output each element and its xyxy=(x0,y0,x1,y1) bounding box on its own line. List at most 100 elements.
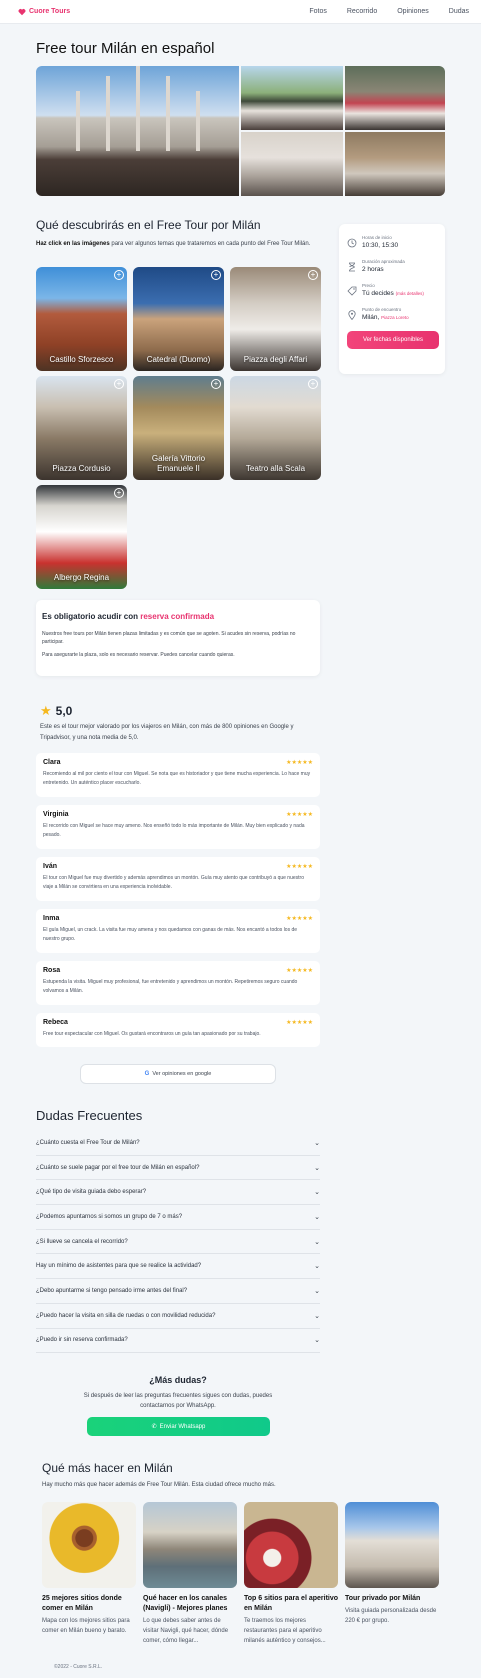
chevron-down-icon: ⌄ xyxy=(314,1238,320,1246)
gallery-photo-group-fountain[interactable] xyxy=(241,66,343,130)
google-reviews-button[interactable]: G Ver opiniones en google xyxy=(80,1064,276,1084)
review-card: Clara ★★★★★ Recomiendo al mil por ciento… xyxy=(36,753,320,797)
notice-paragraph-2: Para asegurarte la plaza, solo es necesa… xyxy=(42,652,235,658)
notice-title-plain: Es obligatorio acudir con xyxy=(42,612,141,621)
faq-question: ¿Podemos apuntarnos si somos un grupo de… xyxy=(36,1213,183,1220)
review-card: Rebeca ★★★★★ Free tour espectacular con … xyxy=(36,1013,320,1047)
info-value: Tú decides xyxy=(362,290,394,297)
google-icon: G xyxy=(144,1071,150,1077)
notice-paragraph-1: Nuestros free tours por Milán tienen pla… xyxy=(42,631,296,645)
review-text: Free tour espectacular con Miguel. Os gu… xyxy=(43,1031,261,1037)
faq-item[interactable]: ¿Podemos apuntarnos si somos un grupo de… xyxy=(36,1205,320,1230)
info-value: Milán, xyxy=(362,314,380,321)
faq-item[interactable]: ¿Cuánto cuesta el Free Tour de Milán? ⌄ xyxy=(36,1131,320,1156)
review-text: Estupenda la visita. Miguel muy profesio… xyxy=(43,979,298,994)
article-title: Tour privado por Milán xyxy=(345,1595,421,1602)
place-label: Castillo Sforzesco xyxy=(49,355,114,364)
chevron-down-icon: ⌄ xyxy=(314,1164,320,1172)
article-card-tour-privado[interactable]: Tour privado por Milán Visita guiada per… xyxy=(345,1502,439,1626)
more-to-do-subtitle: Hay mucho más que hacer además de Free T… xyxy=(42,1482,276,1488)
info-price: Precio Tú decides (más detalles) xyxy=(347,283,437,298)
faq-item[interactable]: ¿Puedo hacer la visita en silla de rueda… xyxy=(36,1304,320,1329)
review-text: El guía Miguel, un crack. La visita fue … xyxy=(43,927,298,942)
gallery-photo-group-umbrella[interactable] xyxy=(345,66,445,130)
review-stars: ★★★★★ xyxy=(286,916,313,922)
nav-link-opiniones[interactable]: Opiniones xyxy=(397,8,429,15)
place-tile-catedral[interactable]: + Catedral (Duomo) xyxy=(133,267,224,371)
whatsapp-icon: ✆ xyxy=(151,1424,157,1430)
review-author: Inma xyxy=(43,915,60,922)
article-description: Mapa con los mejores sitios para comer e… xyxy=(42,1618,130,1634)
faq-question: ¿Puedo hacer la visita en silla de rueda… xyxy=(36,1312,216,1319)
article-title: 25 mejores sitios donde comer en Milán xyxy=(42,1595,122,1612)
more-to-do-title: Qué más hacer en Milán xyxy=(42,1461,173,1475)
plus-icon: + xyxy=(114,488,124,498)
chevron-down-icon: ⌄ xyxy=(314,1189,320,1197)
meeting-point-link[interactable]: Piazza Loreto xyxy=(381,315,409,320)
faq-item[interactable]: ¿Puedo ir sin reserva confirmada? ⌄ xyxy=(36,1329,320,1354)
whatsapp-button[interactable]: ✆ Enviar Whatsapp xyxy=(87,1417,270,1436)
plus-icon: + xyxy=(114,379,124,389)
review-author: Rebeca xyxy=(43,1019,68,1026)
faq-item[interactable]: ¿Debo apuntarme si tengo pensado irme an… xyxy=(36,1279,320,1304)
faq-question: ¿Debo apuntarme si tengo pensado irme an… xyxy=(36,1287,188,1294)
place-tile-cordusio[interactable]: + Piazza Cordusio xyxy=(36,376,127,480)
nav-link-fotos[interactable]: Fotos xyxy=(309,8,327,15)
review-text: El tour con Miguel fue muy divertido y a… xyxy=(43,875,304,890)
reservation-notice: Es obligatorio acudir con reserva confir… xyxy=(36,600,320,676)
plus-icon: + xyxy=(211,379,221,389)
article-description: Lo que debes saber antes de visitar Navi… xyxy=(143,1618,229,1644)
place-tile-scala[interactable]: + Teatro alla Scala xyxy=(230,376,321,480)
top-navbar: Cuore Tours Fotos Recorrido Opiniones Du… xyxy=(0,0,481,24)
plus-icon: + xyxy=(211,270,221,280)
discover-subtitle: Haz click en las imágenes para ver algun… xyxy=(36,239,316,249)
info-schedule: Horas de inicio 10:30, 15:30 xyxy=(347,235,437,250)
price-details-link[interactable]: (más detalles) xyxy=(396,291,424,296)
nav-links: Fotos Recorrido Opiniones Dudas xyxy=(289,8,469,15)
article-image xyxy=(244,1502,338,1588)
article-card-aperitivo[interactable]: Top 6 sitios para el aperitivo en Milán … xyxy=(244,1502,338,1646)
rating-summary: ★ 5,0 xyxy=(40,703,72,719)
place-tile-castillo[interactable]: + Castillo Sforzesco xyxy=(36,267,127,371)
location-pin-icon xyxy=(348,310,356,320)
review-card: Rosa ★★★★★ Estupenda la visita. Miguel m… xyxy=(36,961,320,1005)
brand-name: Cuore Tours xyxy=(29,8,71,15)
place-tile-galeria[interactable]: + Galería Vittorio Emanuele II xyxy=(133,376,224,480)
tour-info-card: Horas de inicio 10:30, 15:30 Duración apr… xyxy=(339,224,445,374)
review-stars: ★★★★★ xyxy=(286,864,313,870)
review-card: Iván ★★★★★ El tour con Miguel fue muy di… xyxy=(36,857,320,901)
review-card: Inma ★★★★★ El guía Miguel, un crack. La … xyxy=(36,909,320,953)
brand-logo[interactable]: Cuore Tours xyxy=(18,8,70,16)
gallery-photo-monument[interactable] xyxy=(241,132,343,196)
nav-link-recorrido[interactable]: Recorrido xyxy=(347,8,377,15)
place-label: Piazza Cordusio xyxy=(52,464,111,473)
footer-copyright: ©2022 - Cuore S.R.L. xyxy=(54,1664,103,1670)
faq-item[interactable]: ¿Si llueve se cancela el recorrido? ⌄ xyxy=(36,1230,320,1255)
google-reviews-label: Ver opiniones en google xyxy=(152,1071,212,1077)
article-image xyxy=(143,1502,237,1588)
see-dates-button[interactable]: Ver fechas disponibles xyxy=(347,331,439,349)
faq-item[interactable]: Hay un mínimo de asistentes para que se … xyxy=(36,1254,320,1280)
place-tile-affari[interactable]: + Piazza degli Affari xyxy=(230,267,321,371)
nav-link-dudas[interactable]: Dudas xyxy=(449,8,469,15)
info-meeting-point: Punto de encuentro Milán, Piazza Loreto xyxy=(347,307,437,322)
place-label: Piazza degli Affari xyxy=(243,355,308,364)
faq-item[interactable]: ¿Qué tipo de visita guiada debo esperar?… xyxy=(36,1180,320,1206)
gallery-photo-gallery-interior[interactable] xyxy=(345,132,445,196)
faq-item[interactable]: ¿Cuánto se suele pagar por el free tour … xyxy=(36,1156,320,1181)
notice-title-accent: reserva confirmada xyxy=(140,612,215,621)
chevron-down-icon: ⌄ xyxy=(314,1139,320,1147)
article-card-navigli[interactable]: Qué hacer en los canales (Navigli) - Mej… xyxy=(143,1502,237,1646)
plus-icon: + xyxy=(308,270,318,280)
faq-question: ¿Qué tipo de visita guiada debo esperar? xyxy=(36,1189,147,1196)
faq-question: ¿Si llueve se cancela el recorrido? xyxy=(36,1238,128,1245)
place-tile-albergo[interactable]: + Albergo Regina xyxy=(36,485,127,589)
article-card-comer[interactable]: 25 mejores sitios donde comer en Milán M… xyxy=(42,1502,136,1636)
place-label: Galería Vittorio Emanuele II xyxy=(151,454,206,473)
review-text: El recorrido con Miguel se hace muy amen… xyxy=(43,823,305,838)
faq-question: Hay un mínimo de asistentes para que se … xyxy=(36,1263,202,1270)
more-questions-text: Si después de leer las preguntas frecuen… xyxy=(83,1393,273,1409)
gallery-photo-duomo[interactable] xyxy=(36,66,239,196)
place-label: Catedral (Duomo) xyxy=(146,355,211,364)
article-title: Qué hacer en los canales (Navigli) - Mej… xyxy=(143,1595,228,1612)
